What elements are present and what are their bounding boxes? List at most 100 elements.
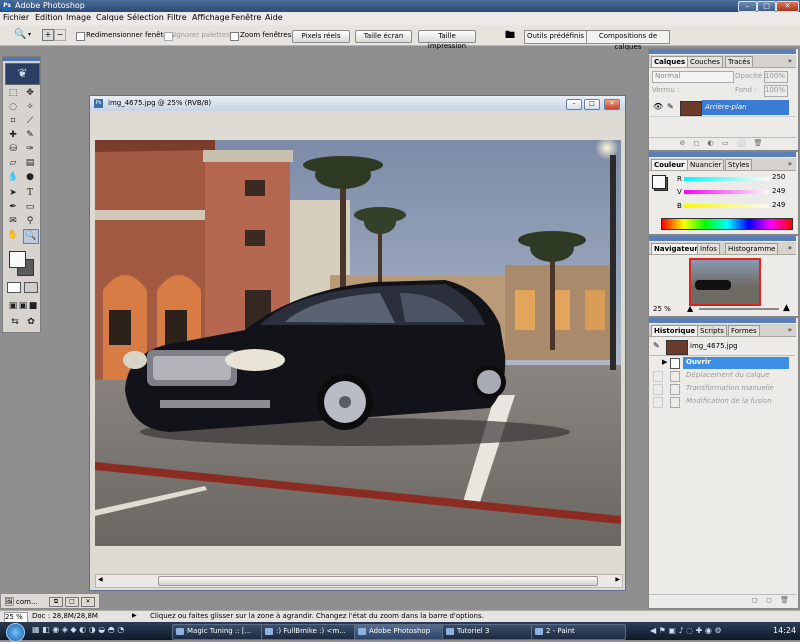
eyedropper-tool-icon[interactable]: ⚲ xyxy=(23,215,37,228)
navigator-panel-grip[interactable] xyxy=(649,236,796,241)
history-footer-icons[interactable]: ◻ ◻ 🗑 xyxy=(649,594,796,606)
color-panel-grip[interactable] xyxy=(649,152,796,157)
zoom-out-icon[interactable]: − xyxy=(54,29,66,41)
gradient-tool-icon[interactable]: ▤ xyxy=(23,157,37,170)
tab-layers[interactable]: Calques xyxy=(651,56,689,67)
panel-menu-icon[interactable]: » xyxy=(786,56,794,66)
panel-menu-icon[interactable]: » xyxy=(786,243,794,253)
color-fg-swatch[interactable] xyxy=(652,175,666,189)
taskbar-task[interactable]: Tutoriel 3 xyxy=(442,624,542,640)
zoom-out-small-icon[interactable]: ▲ xyxy=(687,304,693,313)
menu-layer[interactable]: Calque xyxy=(96,13,124,22)
layer-row[interactable]: 👁 ✎ Arrière-plan xyxy=(650,99,795,117)
slice-tool-icon[interactable]: ⟋ xyxy=(23,115,37,128)
history-item[interactable]: Déplacement du calque xyxy=(650,370,795,382)
brush-tool-icon[interactable]: ✎ xyxy=(23,129,37,142)
document-title-bar[interactable]: Ps img_4675.jpg @ 25% (RVB/8) – □ ✕ xyxy=(90,96,625,111)
navigator-preview[interactable] xyxy=(689,258,761,306)
chevron-down-icon[interactable]: ▾ xyxy=(28,31,31,38)
history-brush-source-icon[interactable]: ✎ xyxy=(653,341,660,350)
panel-menu-icon[interactable]: » xyxy=(786,159,794,169)
clone-stamp-tool-icon[interactable]: ⛁ xyxy=(6,143,20,156)
tab-info[interactable]: Infos xyxy=(697,243,720,254)
print-size-button[interactable]: Taille impression xyxy=(418,30,476,50)
close-window-button[interactable]: ✕ xyxy=(776,1,799,12)
edit-in-imageready-icon[interactable]: ✿ xyxy=(24,316,38,329)
hand-tool-icon[interactable]: ✋ xyxy=(6,229,20,242)
maximize-window-button[interactable]: □ xyxy=(757,1,776,12)
taskbar-task-active[interactable]: Adobe Photoshop xyxy=(354,624,453,640)
history-checkbox[interactable] xyxy=(653,371,663,382)
history-panel-grip[interactable] xyxy=(649,318,796,323)
zoom-windows-checkbox[interactable] xyxy=(230,32,239,41)
eraser-tool-icon[interactable]: ▱ xyxy=(6,157,20,170)
system-tray-icons[interactable]: ◀ ⚑ ▣ ♪ ◌ ✚ ◉ ⚙ xyxy=(650,626,722,635)
menu-window[interactable]: Fenêtre xyxy=(231,13,261,22)
red-slider[interactable] xyxy=(684,177,769,181)
type-tool-icon[interactable]: T xyxy=(23,187,37,200)
quick-mask-mode-icon[interactable] xyxy=(24,282,38,293)
tab-color[interactable]: Couleur xyxy=(651,159,688,170)
marquee-tool-icon[interactable]: ⬚ xyxy=(6,87,20,100)
menu-help[interactable]: Aide xyxy=(265,13,283,22)
tab-tool-presets[interactable]: Outils prédéfinis xyxy=(524,30,587,44)
tab-actions[interactable]: Scripts xyxy=(697,325,727,336)
menu-filter[interactable]: Filtre xyxy=(167,13,187,22)
green-value[interactable]: 249 xyxy=(772,187,785,195)
tab-swatches[interactable]: Nuancier xyxy=(687,159,725,170)
history-brush-tool-icon[interactable]: ✑ xyxy=(23,143,37,156)
scrollbar-thumb[interactable] xyxy=(158,576,598,586)
tab-navigator[interactable]: Navigateur xyxy=(651,243,701,254)
actual-pixels-button[interactable]: Pixels réels xyxy=(292,30,350,43)
zoom-tool-selected-icon[interactable]: 🔍 xyxy=(23,229,39,244)
zoom-tool-icon[interactable]: 🔍 xyxy=(14,29,26,40)
navigator-zoom-value[interactable]: 25 % xyxy=(653,305,671,313)
panel-menu-icon[interactable]: » xyxy=(786,325,794,335)
shape-tool-icon[interactable]: ▭ xyxy=(23,201,37,214)
opacity-input[interactable]: 100% xyxy=(764,71,788,83)
minimize-window-button[interactable]: – xyxy=(738,1,757,12)
menu-select[interactable]: Sélection xyxy=(127,13,164,22)
quick-launch-icons[interactable]: ▦ ◧ ◉ ◈ ◆ ◐ ◑ ◒ ◓ ◔ xyxy=(32,625,124,634)
jump-to-imageready-icon[interactable]: ⇆ xyxy=(8,316,22,329)
magic-wand-tool-icon[interactable]: ✧ xyxy=(23,101,37,114)
history-item[interactable]: Transformation manuelle xyxy=(650,383,795,395)
feather-logo-icon[interactable]: ❦ xyxy=(5,63,40,85)
ignore-palettes-checkbox[interactable] xyxy=(164,32,173,41)
toolbox-header[interactable] xyxy=(3,57,40,61)
blue-value[interactable]: 249 xyxy=(772,201,785,209)
layers-panel-grip[interactable] xyxy=(649,49,796,54)
notes-tool-icon[interactable]: ✉ xyxy=(6,215,20,228)
tab-shapes[interactable]: Formes xyxy=(728,325,760,336)
file-browser-icon[interactable]: 🖿 xyxy=(505,28,515,45)
fit-screen-button[interactable]: Taille écran xyxy=(355,30,412,43)
document-close-button[interactable]: ✕ xyxy=(604,99,620,110)
pen-tool-icon[interactable]: ✒ xyxy=(6,201,20,214)
fill-input[interactable]: 100% xyxy=(764,85,788,97)
taskbar-task[interactable]: 2 - Paint xyxy=(531,624,626,640)
crop-tool-icon[interactable]: ⌗ xyxy=(6,115,20,128)
scroll-left-icon[interactable]: ◀ xyxy=(98,576,103,583)
eye-icon[interactable]: 👁 xyxy=(653,102,663,111)
standard-mode-icon[interactable] xyxy=(7,282,21,293)
scroll-right-icon[interactable]: ▶ xyxy=(615,576,620,583)
minimized-document[interactable]: 🖼 com... ⧉ □ ✕ xyxy=(0,593,100,609)
taskbar-task[interactable]: :) FullBmike :) <m... xyxy=(261,624,365,640)
history-checkbox[interactable] xyxy=(653,397,663,408)
zoom-in-icon[interactable]: + xyxy=(42,29,54,41)
close-doc-button[interactable]: ✕ xyxy=(81,597,95,607)
tab-history[interactable]: Historique xyxy=(651,325,699,336)
dodge-tool-icon[interactable]: ● xyxy=(23,171,37,184)
taskbar-task[interactable]: Magic Tuning :: [... xyxy=(172,624,272,640)
resize-windows-checkbox[interactable] xyxy=(76,32,85,41)
menu-image[interactable]: Image xyxy=(66,13,91,22)
lasso-tool-icon[interactable]: ◌ xyxy=(6,101,20,114)
green-slider[interactable] xyxy=(684,190,769,194)
blue-slider[interactable] xyxy=(684,204,769,208)
history-item[interactable]: Modification de la fusion xyxy=(650,396,795,408)
status-menu-icon[interactable]: ▶ xyxy=(132,612,137,619)
move-tool-icon[interactable]: ✥ xyxy=(23,87,37,100)
layers-footer-icons[interactable]: ⊘ ◻ ◐ ▭ ⬜ 🗑 xyxy=(649,137,796,149)
maximize-doc-button[interactable]: □ xyxy=(65,597,79,607)
document-maximize-button[interactable]: □ xyxy=(584,99,600,110)
